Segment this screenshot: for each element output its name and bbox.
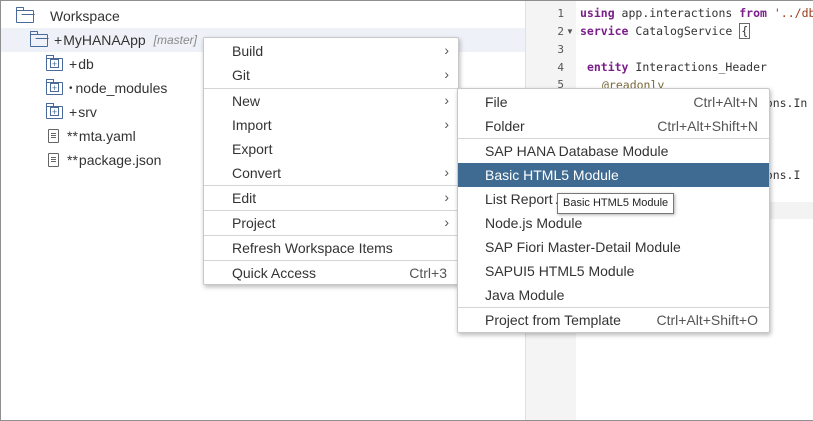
- git-status-prefix: +: [69, 56, 78, 72]
- menu-item-label: SAP Fiori Master-Detail Module: [485, 239, 681, 255]
- submenu-item-sapui5-html5-module[interactable]: SAPUI5 HTML5 Module: [458, 259, 769, 283]
- chevron-right-icon: ›: [444, 92, 449, 108]
- git-status-prefix: **: [67, 128, 78, 144]
- submenu-item-folder[interactable]: Folder Ctrl+Alt+Shift+N: [458, 114, 769, 138]
- submenu-item-java-module[interactable]: Java Module: [458, 283, 769, 307]
- menu-item-label: Git: [232, 67, 250, 83]
- line-number: 2: [557, 25, 564, 38]
- folder-open-icon: [16, 6, 34, 23]
- menu-item-label: Node.js Module: [485, 215, 583, 231]
- submenu-item-project-from-template[interactable]: Project from Template Ctrl+Alt+Shift+O: [458, 308, 769, 332]
- line-number: 3: [557, 43, 564, 56]
- menu-item-label: Import: [232, 117, 272, 133]
- submenu-item-basic-html5-module[interactable]: Basic HTML5 Module: [458, 163, 769, 187]
- code-text: Interactions_Header: [628, 60, 767, 74]
- code-line-2: service CatalogService {: [580, 23, 751, 39]
- code-line-4: entity Interactions_Header: [580, 60, 767, 74]
- project-name: MyHANAApp: [63, 32, 146, 48]
- submenu-item-nodejs-module[interactable]: Node.js Module: [458, 211, 769, 235]
- tree-item-label: mta.yaml: [78, 128, 136, 144]
- git-status-prefix: +: [69, 104, 78, 120]
- code-line-1: using app.interactions from '../db/i: [580, 6, 813, 20]
- matching-brace: {: [739, 23, 751, 39]
- menu-item-convert[interactable]: Convert ›: [204, 161, 458, 185]
- string-literal: '../db/i: [773, 6, 813, 20]
- keyword: service: [580, 24, 629, 38]
- file-icon: [48, 129, 59, 143]
- menu-item-label: Build: [232, 43, 264, 59]
- fold-arrow-icon[interactable]: ▼: [566, 27, 574, 36]
- branch-label: [master]: [153, 33, 197, 47]
- menu-item-label: Convert: [232, 165, 282, 181]
- menu-item-refresh-workspace[interactable]: Refresh Workspace Items: [204, 236, 458, 260]
- menu-item-label: SAP HANA Database Module: [485, 143, 669, 159]
- menu-item-label: File: [485, 94, 508, 110]
- folder-icon: +: [46, 102, 63, 119]
- menu-item-label: Folder: [485, 118, 525, 134]
- keyword: from: [739, 6, 767, 20]
- shortcut-label: Ctrl+Alt+Shift+O: [656, 312, 758, 328]
- line-number: 4: [557, 61, 564, 74]
- chevron-right-icon: ›: [444, 214, 449, 230]
- tree-item-label: node_modules: [75, 80, 168, 96]
- tree-item-node-modules[interactable]: + • node_modules: [46, 76, 167, 100]
- line-number: 1: [557, 7, 564, 20]
- shortcut-label: Ctrl+3: [409, 265, 447, 281]
- menu-item-label: New: [232, 93, 261, 109]
- tree-item-label: db: [78, 56, 94, 72]
- context-menu: Build › Git › New › Import › Export Convert ›…: [203, 37, 459, 285]
- chevron-right-icon: ›: [444, 164, 449, 180]
- menu-item-new[interactable]: New ›: [204, 89, 458, 113]
- menu-item-label: Project: [232, 215, 276, 231]
- keyword: entity: [586, 60, 629, 74]
- menu-item-quick-access[interactable]: Quick Access Ctrl+3: [204, 261, 458, 285]
- submenu-item-fiori-master-detail[interactable]: SAP Fiori Master-Detail Module: [458, 235, 769, 259]
- menu-item-export[interactable]: Export: [204, 137, 458, 161]
- menu-item-label: Project from Template: [485, 312, 621, 328]
- chevron-right-icon: ›: [444, 116, 449, 132]
- chevron-right-icon: ›: [444, 42, 449, 58]
- chevron-right-icon: ›: [444, 189, 449, 205]
- menu-item-project[interactable]: Project ›: [204, 211, 458, 235]
- chevron-right-icon: ›: [444, 66, 449, 82]
- keyword: using: [580, 6, 615, 20]
- menu-item-import[interactable]: Import ›: [204, 113, 458, 137]
- submenu-item-file[interactable]: File Ctrl+Alt+N: [458, 90, 769, 114]
- menu-item-label: Java Module: [485, 287, 565, 303]
- shortcut-label: Ctrl+Alt+Shift+N: [657, 118, 758, 134]
- code-text: CatalogService: [628, 24, 740, 38]
- menu-item-git[interactable]: Git ›: [204, 63, 458, 87]
- workspace-root[interactable]: Workspace: [16, 4, 120, 28]
- git-status-prefix: **: [67, 152, 78, 168]
- menu-item-build[interactable]: Build ›: [204, 39, 458, 63]
- file-icon: [48, 153, 59, 167]
- tree-item-label: srv: [78, 104, 97, 120]
- code-text: app.interactions: [614, 6, 740, 20]
- tree-item-label: package.json: [78, 152, 162, 168]
- menu-item-edit[interactable]: Edit ›: [204, 186, 458, 210]
- menu-item-label: Quick Access: [232, 265, 317, 281]
- submenu-item-hana-db-module[interactable]: SAP HANA Database Module: [458, 139, 769, 163]
- menu-item-label: Basic HTML5 Module: [485, 167, 619, 183]
- tree-item-package-json[interactable]: ** package.json: [46, 148, 161, 172]
- folder-icon: +: [46, 78, 63, 95]
- tooltip: Basic HTML5 Module: [557, 193, 675, 214]
- tree-item-mta-yaml[interactable]: ** mta.yaml: [46, 124, 136, 148]
- folder-icon: +: [46, 54, 63, 71]
- menu-item-label: Export: [232, 141, 273, 157]
- tree-item-srv[interactable]: + + srv: [46, 100, 97, 124]
- workspace-label: Workspace: [50, 8, 120, 24]
- menu-item-label: Edit: [232, 190, 257, 206]
- shortcut-label: Ctrl+Alt+N: [693, 94, 758, 110]
- git-status-prefix: +: [54, 32, 63, 48]
- git-status-prefix: •: [69, 82, 73, 94]
- folder-open-icon: [30, 30, 48, 47]
- menu-item-label: SAPUI5 HTML5 Module: [485, 263, 635, 279]
- tree-item-db[interactable]: + + db: [46, 52, 94, 76]
- menu-item-label: Refresh Workspace Items: [232, 240, 393, 256]
